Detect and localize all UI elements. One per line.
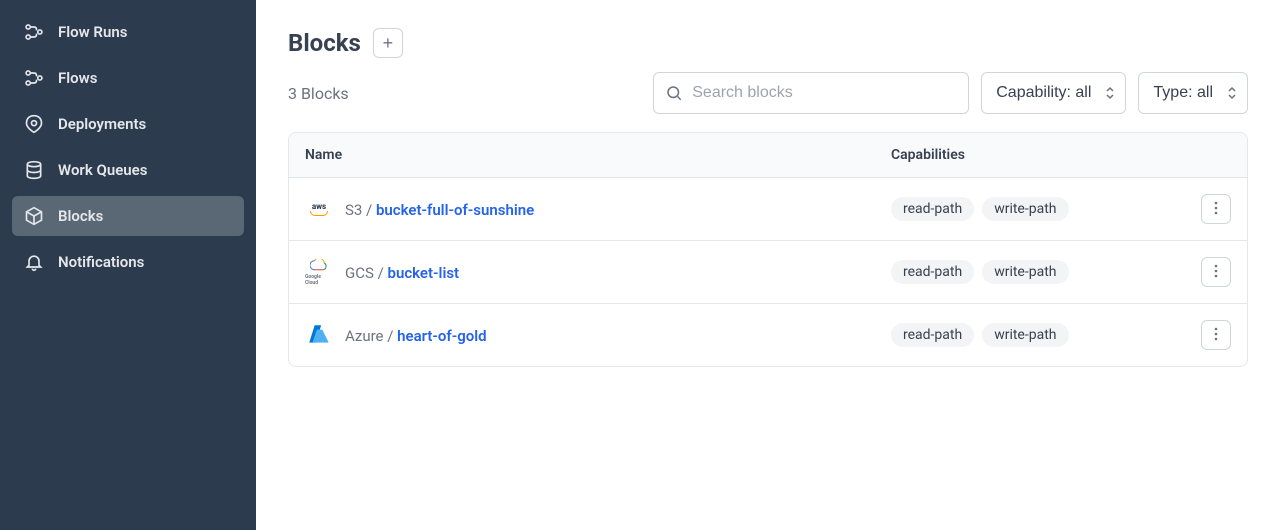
row-actions-button[interactable] xyxy=(1201,320,1231,350)
kebab-icon xyxy=(1214,264,1218,281)
nav-item-work-queues[interactable]: Work Queues xyxy=(12,150,244,190)
table-row: aws S3 / bucket-full-of-sunshine read-pa… xyxy=(289,178,1247,241)
kebab-icon xyxy=(1214,201,1218,218)
notifications-icon xyxy=(24,252,44,272)
capability-filter[interactable]: Capability: all xyxy=(981,72,1126,114)
search-input[interactable] xyxy=(653,72,969,114)
azure-icon xyxy=(305,321,333,349)
capability-pill: read-path xyxy=(891,197,974,221)
row-actions-button[interactable] xyxy=(1201,194,1231,224)
block-link[interactable]: bucket-full-of-sunshine xyxy=(376,201,534,219)
capability-pill: write-path xyxy=(982,323,1068,347)
block-count: 3 Blocks xyxy=(288,84,641,103)
page-header: Blocks + xyxy=(288,28,1248,58)
plus-icon: + xyxy=(383,34,394,52)
flow-runs-icon xyxy=(24,22,44,42)
add-block-button[interactable]: + xyxy=(373,28,403,58)
toolbar: 3 Blocks Capability: all Type: all xyxy=(288,72,1248,114)
table-row: Google Cloud GCS / bucket-list read-path… xyxy=(289,241,1247,304)
capability-pill: read-path xyxy=(891,260,974,284)
capability-pill: write-path xyxy=(982,197,1068,221)
gcs-icon: Google Cloud xyxy=(305,258,333,286)
chevron-updown-icon xyxy=(1227,86,1237,100)
blocks-icon xyxy=(24,206,44,226)
block-link[interactable]: heart-of-gold xyxy=(397,327,487,345)
capability-pill: write-path xyxy=(982,260,1068,284)
type-filter[interactable]: Type: all xyxy=(1138,72,1248,114)
nav-item-notifications[interactable]: Notifications xyxy=(12,242,244,282)
capability-filter-label: Capability: all xyxy=(996,84,1091,102)
table-header: Name Capabilities xyxy=(289,133,1247,178)
cell-capabilities: read-path write-path xyxy=(891,323,1191,347)
flows-icon xyxy=(24,68,44,88)
row-actions-button[interactable] xyxy=(1201,257,1231,287)
block-link[interactable]: bucket-list xyxy=(388,264,460,282)
cell-name: Azure / heart-of-gold xyxy=(305,321,891,349)
capability-pill: read-path xyxy=(891,323,974,347)
search-icon xyxy=(665,84,683,102)
chevron-updown-icon xyxy=(1105,86,1115,100)
nav-label: Blocks xyxy=(58,207,103,225)
main-content: Blocks + 3 Blocks Capability: all Type: xyxy=(256,0,1280,530)
cell-capabilities: read-path write-path xyxy=(891,260,1191,284)
nav-label: Notifications xyxy=(58,253,144,271)
deployments-icon xyxy=(24,114,44,134)
block-prefix: S3 / xyxy=(345,201,376,219)
nav-label: Flow Runs xyxy=(58,23,127,41)
blocks-table: Name Capabilities aws S3 / bucket-full-o… xyxy=(288,132,1248,367)
type-filter-label: Type: all xyxy=(1153,84,1213,102)
table-row: Azure / heart-of-gold read-path write-pa… xyxy=(289,304,1247,366)
kebab-icon xyxy=(1214,327,1218,344)
nav-label: Work Queues xyxy=(58,161,147,179)
nav-label: Deployments xyxy=(58,115,146,133)
page-title: Blocks xyxy=(288,29,361,57)
work-queues-icon xyxy=(24,160,44,180)
column-name: Name xyxy=(305,147,891,163)
nav-item-flow-runs[interactable]: Flow Runs xyxy=(12,12,244,52)
column-capabilities: Capabilities xyxy=(891,147,1191,163)
nav-item-deployments[interactable]: Deployments xyxy=(12,104,244,144)
cell-name: aws S3 / bucket-full-of-sunshine xyxy=(305,195,891,223)
search-wrapper xyxy=(653,72,969,114)
sidebar: Flow Runs Flows Deployments Work xyxy=(0,0,256,530)
cell-capabilities: read-path write-path xyxy=(891,197,1191,221)
nav-item-flows[interactable]: Flows xyxy=(12,58,244,98)
block-prefix: GCS / xyxy=(345,264,388,282)
cell-name: Google Cloud GCS / bucket-list xyxy=(305,258,891,286)
block-prefix: Azure / xyxy=(345,327,397,345)
nav-item-blocks[interactable]: Blocks xyxy=(12,196,244,236)
aws-icon: aws xyxy=(305,195,333,223)
nav-label: Flows xyxy=(58,69,97,87)
